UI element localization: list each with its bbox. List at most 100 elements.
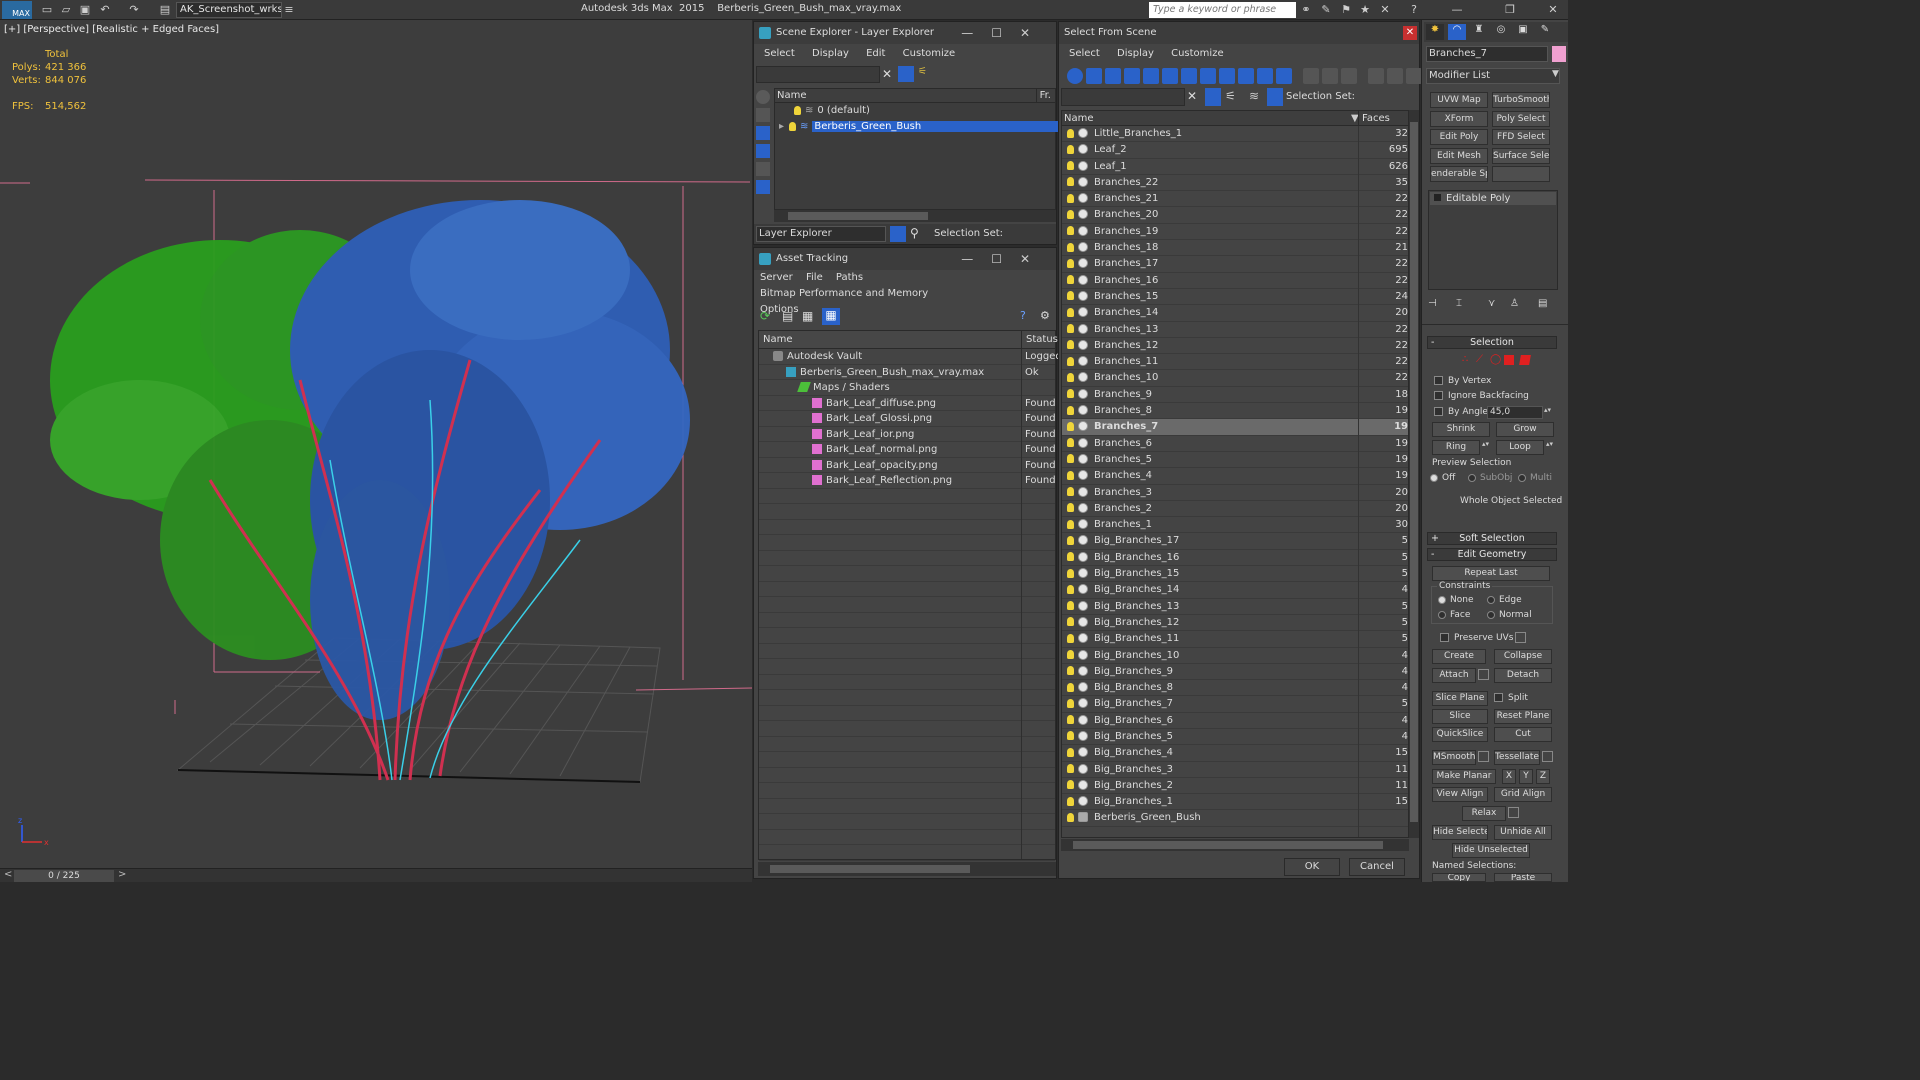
light-bulb-icon[interactable] — [789, 121, 797, 131]
loop-button[interactable]: Loop — [1496, 440, 1544, 455]
soft-selection-rollout-header[interactable]: + Soft Selection — [1427, 532, 1557, 545]
hierarchy-icon[interactable] — [1267, 88, 1283, 106]
modifier-xform-button[interactable]: XForm — [1430, 110, 1488, 127]
edge-mode-icon[interactable]: ⟋ — [1476, 354, 1483, 365]
new-file-icon[interactable]: ▭ — [40, 3, 54, 17]
layer-toggle-icon[interactable] — [890, 226, 906, 242]
preview-multi-radio[interactable]: Multi — [1518, 473, 1552, 483]
hide-unselected-button[interactable]: Hide Unselected — [1452, 843, 1530, 858]
constraint-normal-radio[interactable]: Normal — [1487, 610, 1532, 620]
layer-row-default[interactable]: ≋ 0 (default) — [775, 103, 1055, 119]
favorites-star-icon[interactable]: ★ — [1358, 3, 1372, 17]
light-bulb-icon[interactable] — [1067, 356, 1074, 366]
light-bulb-icon[interactable] — [1067, 242, 1074, 252]
scene-object-row[interactable]: Big_Branches_4 15 — [1062, 745, 1408, 762]
asset-h-scrollbar[interactable] — [758, 862, 1056, 876]
cancel-button[interactable]: Cancel — [1349, 858, 1405, 876]
scene-object-row[interactable]: Branches_17 22 — [1062, 256, 1408, 273]
selection-rollout-header[interactable]: - Selection — [1427, 336, 1557, 349]
light-bulb-icon[interactable] — [1067, 633, 1074, 643]
radio-dot[interactable] — [1487, 610, 1495, 619]
scene-scroll-thumb[interactable] — [1410, 122, 1418, 822]
light-bulb-icon[interactable] — [1067, 454, 1074, 464]
ring-spinner-icon[interactable]: ▴▾ — [1482, 440, 1489, 448]
redo-icon[interactable]: ↷ — [127, 3, 141, 17]
modifier-edit-mesh-button[interactable]: Edit Mesh — [1430, 147, 1488, 164]
scene-object-row[interactable]: Branches_22 35 — [1062, 175, 1408, 192]
display-tab-icon[interactable]: ▣ — [1514, 24, 1532, 40]
scene-object-row[interactable]: Big_Branches_14 4 — [1062, 582, 1408, 599]
scene-object-row[interactable]: Branches_7 19 — [1062, 419, 1408, 436]
filter-none-icon[interactable] — [1322, 68, 1338, 84]
menu-bitmap-performance[interactable]: Bitmap Performance and Memory — [760, 286, 928, 302]
quickslice-button[interactable]: QuickSlice — [1432, 727, 1488, 742]
lights-filter-icon[interactable] — [756, 126, 770, 140]
time-slider[interactable]: < 0 / 225 > — [0, 868, 752, 882]
filter-groups-icon[interactable] — [1181, 68, 1197, 84]
col-name-header[interactable]: Name — [777, 90, 807, 101]
msmooth-settings-icon[interactable] — [1478, 751, 1489, 762]
reset-plane-button[interactable]: Reset Plane — [1494, 709, 1552, 724]
light-bulb-icon[interactable] — [1067, 601, 1074, 611]
scene-object-row[interactable]: Big_Branches_9 4 — [1062, 664, 1408, 681]
scene-object-row[interactable]: Branches_3 20 — [1062, 485, 1408, 501]
object-color-swatch[interactable] — [1552, 46, 1566, 62]
pin-stack-icon[interactable]: ⊣ — [1428, 298, 1437, 309]
tessellate-settings-icon[interactable] — [1542, 751, 1553, 762]
asset-row[interactable]: Bark_Leaf_Reflection.png Found — [759, 473, 1056, 489]
scene-object-row[interactable]: Branches_10 22 — [1062, 370, 1408, 387]
spinner-arrows-icon[interactable]: ▴▾ — [1544, 406, 1551, 414]
scene-object-row[interactable]: Big_Branches_2 11 — [1062, 778, 1408, 795]
create-button[interactable]: Create — [1432, 649, 1486, 664]
menu-edit[interactable]: Edit — [866, 44, 885, 64]
by-angle-spinner[interactable]: 45,0 — [1487, 406, 1543, 419]
time-next-icon[interactable]: > — [118, 869, 126, 880]
utilities-tab-icon[interactable]: ✎ — [1536, 24, 1554, 40]
polygon-mode-icon[interactable] — [1504, 355, 1514, 365]
modifier-list-dropdown[interactable]: Modifier List — [1426, 68, 1560, 84]
project-folder-icon[interactable]: ▤ — [158, 3, 172, 17]
filter-icon[interactable] — [898, 66, 914, 82]
filter-bones-icon[interactable] — [1219, 68, 1235, 84]
asset-col-name[interactable]: Name — [763, 334, 793, 345]
layer-tool-icon[interactable]: ⚟ — [1225, 89, 1236, 103]
save-icon[interactable]: ▣ — [78, 3, 92, 17]
asset-row[interactable]: Bark_Leaf_ior.png Found — [759, 427, 1056, 442]
menu-server[interactable]: Server — [760, 270, 793, 286]
preserve-uvs-settings-icon[interactable] — [1515, 632, 1526, 643]
light-bulb-icon[interactable] — [1067, 617, 1074, 627]
col-fr-header[interactable]: Fr. — [1035, 89, 1051, 102]
modifier-turbosmooth-button[interactable]: TurboSmooth — [1492, 92, 1550, 108]
scene-object-row[interactable]: Big_Branches_11 5 — [1062, 631, 1408, 648]
ring-button[interactable]: Ring — [1432, 440, 1480, 455]
planar-x-button[interactable]: X — [1502, 769, 1516, 784]
filter-columns-icon[interactable] — [1406, 68, 1422, 84]
detach-button[interactable]: Detach — [1494, 668, 1552, 683]
help-icon[interactable]: ? — [1020, 309, 1026, 322]
split-checkbox[interactable]: Split — [1494, 693, 1528, 703]
community-icon[interactable]: ⚑ — [1339, 3, 1353, 17]
layers-icon[interactable]: ≋ — [1249, 89, 1259, 103]
stack-toggle-icon[interactable] — [1434, 194, 1441, 201]
light-bulb-icon[interactable] — [1067, 209, 1074, 219]
create-tab-icon[interactable]: ✸ — [1426, 24, 1444, 40]
menu-display[interactable]: Display — [1117, 44, 1154, 64]
slice-button[interactable]: Slice — [1432, 709, 1488, 724]
filter-lights-icon[interactable] — [1105, 68, 1121, 84]
radio-dot[interactable] — [1518, 473, 1526, 482]
filter-geometry-icon[interactable] — [1067, 68, 1083, 84]
by-angle-checkbox[interactable]: By Angle: — [1434, 407, 1491, 417]
filter-frozen-icon[interactable] — [1257, 68, 1273, 84]
scene-object-row[interactable]: Leaf_2 695 — [1062, 142, 1408, 159]
scene-object-row[interactable]: Branches_11 22 — [1062, 354, 1408, 371]
modifier-poly-select-button[interactable]: Poly Select — [1492, 110, 1550, 127]
light-bulb-icon[interactable] — [1067, 503, 1074, 513]
constraint-face-radio[interactable]: Face — [1438, 610, 1470, 620]
light-bulb-icon[interactable] — [1067, 796, 1074, 806]
motion-tab-icon[interactable]: ◎ — [1492, 24, 1510, 40]
attach-list-icon[interactable] — [1478, 669, 1489, 680]
light-bulb-icon[interactable] — [1067, 405, 1074, 415]
show-end-result-icon[interactable]: ⌶ — [1456, 298, 1462, 309]
grid-align-button[interactable]: Grid Align — [1494, 787, 1552, 802]
configure-modifier-sets-icon[interactable]: ▤ — [1538, 298, 1547, 309]
